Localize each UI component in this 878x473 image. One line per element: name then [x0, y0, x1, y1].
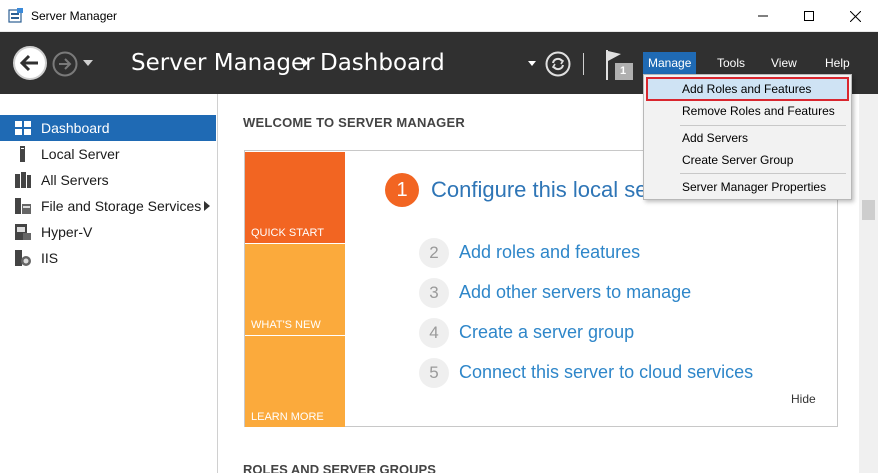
menu-view[interactable]: View: [766, 52, 802, 74]
history-dropdown-icon[interactable]: [82, 59, 94, 67]
vertical-scrollbar[interactable]: [859, 94, 878, 473]
close-icon: [849, 10, 861, 22]
tile-quick-start[interactable]: QUICK START: [245, 152, 345, 243]
step-number-5: 5: [419, 358, 449, 388]
all-servers-icon: [15, 172, 31, 188]
add-roles-link[interactable]: Add roles and features: [459, 242, 640, 263]
tile-label: QUICK START: [251, 227, 324, 239]
maximize-icon: [804, 11, 814, 21]
connect-cloud-link[interactable]: Connect this server to cloud services: [459, 362, 753, 383]
local-server-icon: [20, 146, 25, 162]
sidebar-item-local-server[interactable]: Local Server: [0, 141, 216, 167]
title-bar: Server Manager: [0, 0, 878, 32]
server-manager-icon: [8, 8, 23, 23]
header-divider: [583, 53, 584, 75]
flag-icon: [606, 50, 633, 80]
breadcrumb-separator-icon: [303, 58, 308, 68]
notifications-flag[interactable]: 1: [603, 48, 635, 82]
menu-item-create-server-group[interactable]: Create Server Group: [648, 150, 847, 170]
step-number-1: 1: [385, 173, 419, 207]
menu-tools[interactable]: Tools: [712, 52, 750, 74]
breadcrumb-root[interactable]: Server Manager: [131, 50, 315, 76]
sidebar-item-label: Local Server: [41, 146, 120, 162]
file-storage-icon: [15, 198, 31, 214]
tile-label: LEARN MORE: [251, 411, 324, 423]
menu-separator: [680, 173, 846, 174]
sidebar-item-label: Dashboard: [41, 120, 110, 136]
tile-whats-new[interactable]: WHAT'S NEW: [245, 244, 345, 335]
sidebar-item-label: Hyper-V: [41, 224, 93, 240]
breadcrumb-current: Dashboard: [320, 50, 445, 76]
menu-help[interactable]: Help: [820, 52, 855, 74]
menu-manage[interactable]: Manage: [643, 52, 697, 74]
refresh-button[interactable]: [545, 51, 571, 77]
scrollbar-thumb[interactable]: [862, 200, 875, 220]
dashboard-icon: [15, 121, 31, 135]
step-number-4: 4: [419, 318, 449, 348]
close-button[interactable]: [832, 0, 878, 32]
sidebar-item-all-servers[interactable]: All Servers: [0, 167, 216, 193]
menu-item-properties[interactable]: Server Manager Properties: [648, 177, 847, 197]
chevron-right-icon[interactable]: [204, 201, 210, 211]
sidebar-item-label: IIS: [41, 250, 59, 266]
welcome-heading: WELCOME TO SERVER MANAGER: [243, 115, 465, 130]
menu-separator: [680, 125, 846, 126]
minimize-icon: [758, 15, 768, 17]
sidebar-item-hyper-v[interactable]: Hyper-V: [0, 219, 216, 245]
sidebar-item-file-storage[interactable]: File and Storage Services: [0, 193, 216, 219]
sidebar-item-dashboard[interactable]: Dashboard: [0, 115, 216, 141]
menu-item-remove-roles[interactable]: Remove Roles and Features: [648, 101, 847, 121]
menu-item-add-roles[interactable]: Add Roles and Features: [646, 77, 849, 101]
iis-icon: [15, 250, 31, 266]
hyper-v-icon: [15, 224, 31, 240]
notification-count: 1: [620, 65, 627, 77]
configure-local-server-link[interactable]: Configure this local se: [431, 177, 647, 203]
menu-item-add-servers[interactable]: Add Servers: [648, 128, 847, 148]
forward-button[interactable]: [52, 51, 78, 77]
create-server-group-link[interactable]: Create a server group: [459, 322, 634, 343]
sidebar-item-label: File and Storage Services: [41, 198, 202, 214]
add-servers-link[interactable]: Add other servers to manage: [459, 282, 691, 303]
back-button[interactable]: [12, 45, 48, 81]
chevron-down-icon[interactable]: [528, 61, 536, 67]
sidebar-item-iis[interactable]: IIS: [0, 245, 216, 271]
minimize-button[interactable]: [740, 0, 786, 32]
window-title: Server Manager: [31, 9, 118, 23]
tile-learn-more[interactable]: LEARN MORE: [245, 336, 345, 427]
hide-link[interactable]: Hide: [791, 392, 816, 406]
maximize-button[interactable]: [786, 0, 832, 32]
sidebar: Dashboard Local Server All Servers File …: [0, 94, 218, 473]
manage-menu: Add Roles and Features Remove Roles and …: [643, 74, 852, 200]
tile-label: WHAT'S NEW: [251, 319, 321, 331]
step-number-3: 3: [419, 278, 449, 308]
roles-heading: ROLES AND SERVER GROUPS: [243, 462, 436, 473]
sidebar-item-label: All Servers: [41, 172, 109, 188]
step-number-2: 2: [419, 238, 449, 268]
